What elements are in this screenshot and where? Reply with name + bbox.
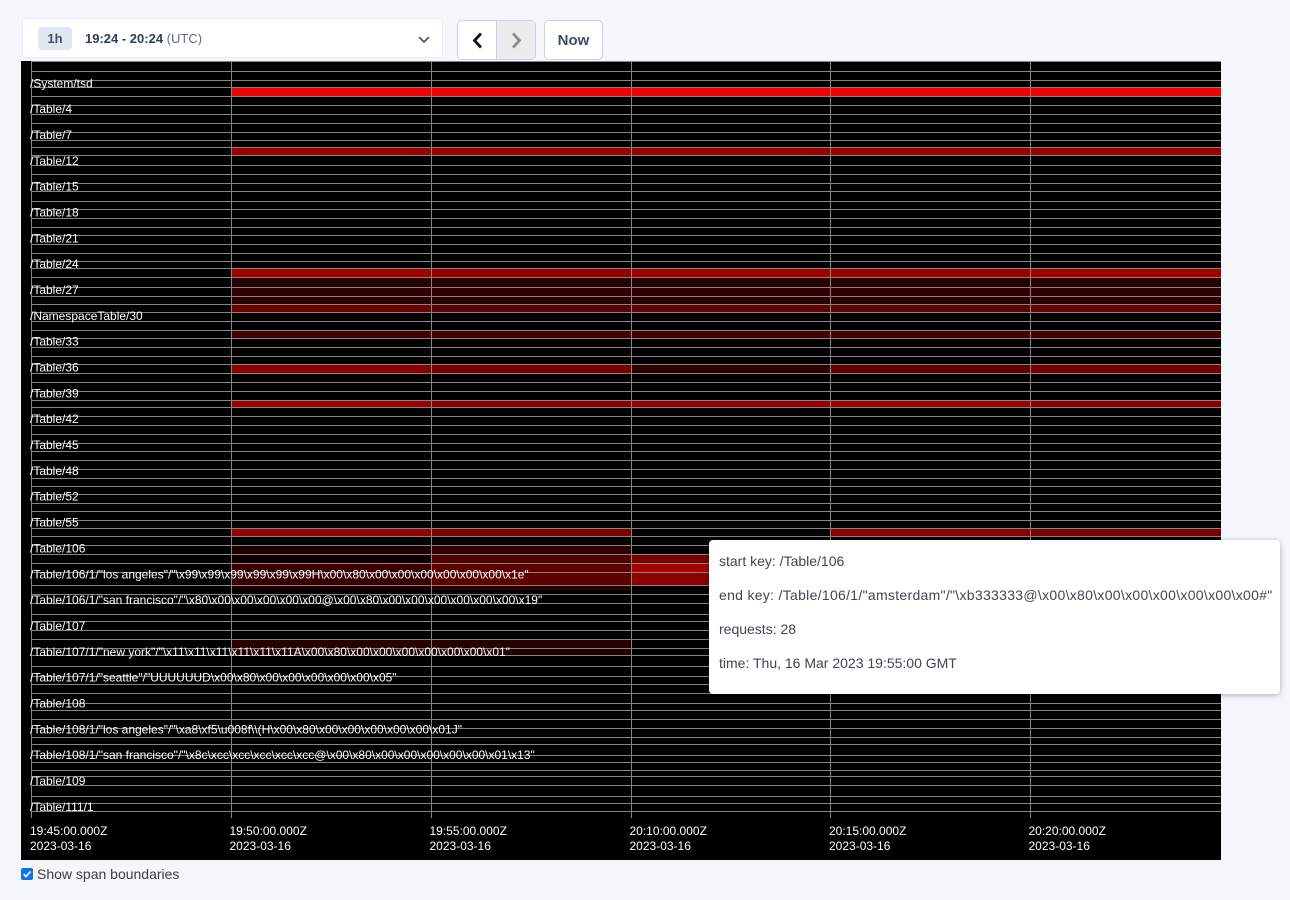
svg-text:/Table/106: /Table/106 [30, 541, 86, 555]
svg-text:/Table/107/1/"new york"/"\x11\: /Table/107/1/"new york"/"\x11\x11\x11\x1… [30, 645, 510, 659]
svg-text:/Table/106/1/"san francisco"/": /Table/106/1/"san francisco"/"\x80\x00\x… [30, 593, 542, 607]
svg-text:/Table/111/1: /Table/111/1 [30, 800, 94, 814]
svg-text:/Table/42: /Table/42 [30, 412, 79, 426]
svg-text:2023-03-16: 2023-03-16 [630, 839, 692, 853]
svg-text:/Table/55: /Table/55 [30, 516, 79, 530]
svg-text:2023-03-16: 2023-03-16 [430, 839, 492, 853]
svg-text:/Table/33: /Table/33 [30, 335, 79, 349]
svg-text:20:10:00.000Z: 20:10:00.000Z [630, 824, 707, 838]
svg-text:/Table/108/1/"san francisco"/": /Table/108/1/"san francisco"/"\x8c\xcc\x… [30, 748, 535, 762]
svg-text:/Table/36: /Table/36 [30, 361, 79, 375]
svg-text:/Table/52: /Table/52 [30, 490, 79, 504]
svg-text:/Table/48: /Table/48 [30, 464, 79, 478]
svg-text:2023-03-16: 2023-03-16 [829, 839, 891, 853]
svg-text:/Table/15: /Table/15 [30, 180, 79, 194]
svg-text:/Table/7: /Table/7 [30, 128, 72, 142]
svg-text:/Table/106/1/"los angeles"/"\x: /Table/106/1/"los angeles"/"\x99\x99\x99… [30, 567, 529, 581]
svg-text:19:55:00.000Z: 19:55:00.000Z [430, 824, 507, 838]
svg-text:20:20:00.000Z: 20:20:00.000Z [1029, 824, 1106, 838]
svg-text:/Table/108: /Table/108 [30, 697, 86, 711]
svg-text:/Table/18: /Table/18 [30, 206, 79, 220]
svg-text:2023-03-16: 2023-03-16 [1029, 839, 1091, 853]
svg-text:2023-03-16: 2023-03-16 [30, 839, 92, 853]
svg-text:/Table/107: /Table/107 [30, 619, 86, 633]
svg-text:/Table/108/1/"los angeles"/"\x: /Table/108/1/"los angeles"/"\xa8\xf5\u00… [30, 722, 462, 736]
svg-text:19:45:00.000Z: 19:45:00.000Z [30, 824, 107, 838]
svg-text:20:15:00.000Z: 20:15:00.000Z [829, 824, 906, 838]
svg-text:/Table/21: /Table/21 [30, 231, 79, 245]
svg-text:/Table/45: /Table/45 [30, 438, 79, 452]
svg-text:/Table/12: /Table/12 [30, 154, 79, 168]
svg-text:/Table/24: /Table/24 [30, 257, 79, 271]
svg-text:/Table/39: /Table/39 [30, 386, 79, 400]
svg-text:/Table/107/1/"seattle"/"UUUUUU: /Table/107/1/"seattle"/"UUUUUUD\x00\x80\… [30, 671, 397, 685]
svg-text:2023-03-16: 2023-03-16 [230, 839, 292, 853]
svg-text:/Table/4: /Table/4 [30, 102, 72, 116]
svg-text:/Table/109: /Table/109 [30, 774, 86, 788]
svg-text:/System/tsd: /System/tsd [30, 76, 93, 90]
svg-text:/NamespaceTable/30: /NamespaceTable/30 [30, 309, 143, 323]
svg-text:19:50:00.000Z: 19:50:00.000Z [230, 824, 307, 838]
svg-text:/Table/27: /Table/27 [30, 283, 79, 297]
